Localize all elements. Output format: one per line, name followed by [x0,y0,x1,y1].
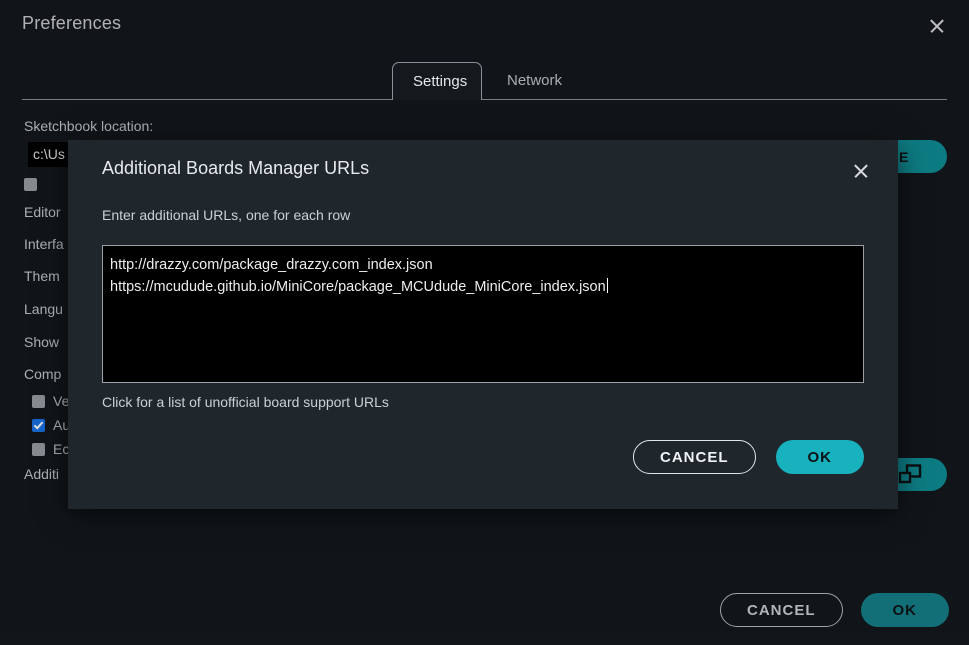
close-glyph [848,158,874,184]
urls-textarea[interactable]: http://drazzy.com/package_drazzy.com_ind… [102,245,864,383]
url-line: http://drazzy.com/package_drazzy.com_ind… [110,257,433,273]
tab-settings[interactable]: Settings [392,62,482,100]
dialog-close-icon[interactable] [848,158,874,184]
text-caret [606,278,608,293]
dialog-footer: CANCEL OK [633,440,864,474]
url-line-text: https://mcudude.github.io/MiniCore/packa… [110,279,606,295]
url-line: https://mcudude.github.io/MiniCore/packa… [110,276,856,298]
additional-boards-manager-urls-dialog: Additional Boards Manager URLs Enter add… [68,140,898,509]
dialog-ok-button[interactable]: OK [775,440,864,474]
unofficial-urls-link[interactable]: Click for a list of unofficial board sup… [102,394,389,410]
modal-overlay: Additional Boards Manager URLs Enter add… [0,0,969,645]
dialog-subtitle: Enter additional URLs, one for each row [102,207,351,223]
dialog-title: Additional Boards Manager URLs [102,158,370,178]
dialog-cancel-button[interactable]: CANCEL [633,440,756,474]
